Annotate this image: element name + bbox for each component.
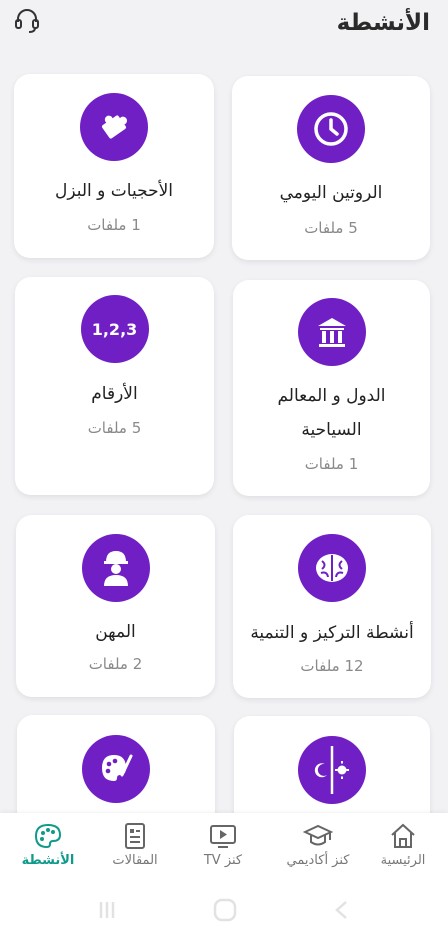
puzzle-icon: [80, 93, 148, 161]
numbers-icon-text: 1,2,3: [91, 319, 138, 339]
recent-apps-icon[interactable]: [96, 899, 118, 921]
system-navigation-bar: [0, 889, 448, 931]
worker-icon: [81, 534, 150, 602]
brain-icon: [298, 534, 366, 602]
nav-home[interactable]: الرئيسية: [358, 821, 448, 868]
activity-card-daily-routine[interactable]: الروتين اليومي 5 ملفات: [232, 76, 430, 260]
graduation-cap-icon: [303, 824, 333, 846]
clock-icon: [297, 95, 365, 163]
card-file-count: 1 ملفات: [87, 216, 141, 234]
nav-academic-label: كنز أكاديمي: [286, 853, 350, 868]
page-title: الأنشطة: [336, 10, 430, 36]
app-header: الأنشطة: [0, 0, 448, 56]
activity-card-countries-landmarks[interactable]: الدول و المعالم السياحية 1 ملفات: [233, 280, 430, 496]
support-headset-icon[interactable]: [12, 6, 42, 36]
nav-articles-label: المقالات: [112, 853, 158, 868]
nav-activities[interactable]: الأنشطة: [3, 821, 93, 868]
back-icon[interactable]: [332, 899, 352, 921]
activity-card-numbers[interactable]: 1,2,3 الأرقام 5 ملفات: [15, 277, 214, 495]
nav-tv[interactable]: كنز TV: [178, 821, 268, 868]
home-system-icon[interactable]: [212, 897, 238, 923]
card-title: الروتين اليومي: [279, 183, 383, 203]
art-palette-icon: [82, 735, 150, 803]
palette-icon: [34, 823, 62, 849]
card-title-line-1: الدول و المعالم: [277, 386, 386, 406]
card-file-count: 12 ملفات: [300, 657, 364, 675]
nav-academic[interactable]: كنز أكاديمي: [273, 821, 363, 868]
card-title-line-2: السياحية: [301, 420, 362, 440]
card-file-count: 1 ملفات: [304, 455, 359, 473]
activity-card-professions[interactable]: المهن 2 ملفات: [16, 515, 215, 697]
card-title: المهن: [95, 622, 136, 642]
nav-tv-label: كنز TV: [203, 853, 243, 868]
numbers-icon: 1,2,3: [80, 295, 149, 363]
card-file-count: 2 ملفات: [88, 655, 143, 673]
nav-home-label: الرئيسية: [380, 853, 426, 868]
bottom-navigation: الرئيسية كنز أكاديمي كنز TV المقالات الأ…: [0, 813, 448, 931]
nav-articles[interactable]: المقالات: [90, 821, 180, 868]
landmark-icon: [297, 298, 366, 366]
activity-card-focus-development[interactable]: أنشطة التركيز و التنمية 12 ملفات: [233, 515, 431, 698]
article-icon: [125, 823, 145, 849]
card-title: الأرقام: [91, 384, 138, 404]
activity-card-puzzles[interactable]: الأحجيات و البزل 1 ملفات: [14, 74, 214, 258]
card-title: أنشطة التركيز و التنمية: [250, 623, 414, 643]
card-file-count: 5 ملفات: [304, 219, 358, 237]
nav-activities-label: الأنشطة: [21, 853, 75, 868]
home-icon: [391, 823, 415, 848]
card-title: الأحجيات و البزل: [55, 181, 173, 201]
tv-play-icon: [210, 825, 236, 848]
card-file-count: 5 ملفات: [87, 419, 142, 437]
day-night-icon: [298, 736, 366, 804]
